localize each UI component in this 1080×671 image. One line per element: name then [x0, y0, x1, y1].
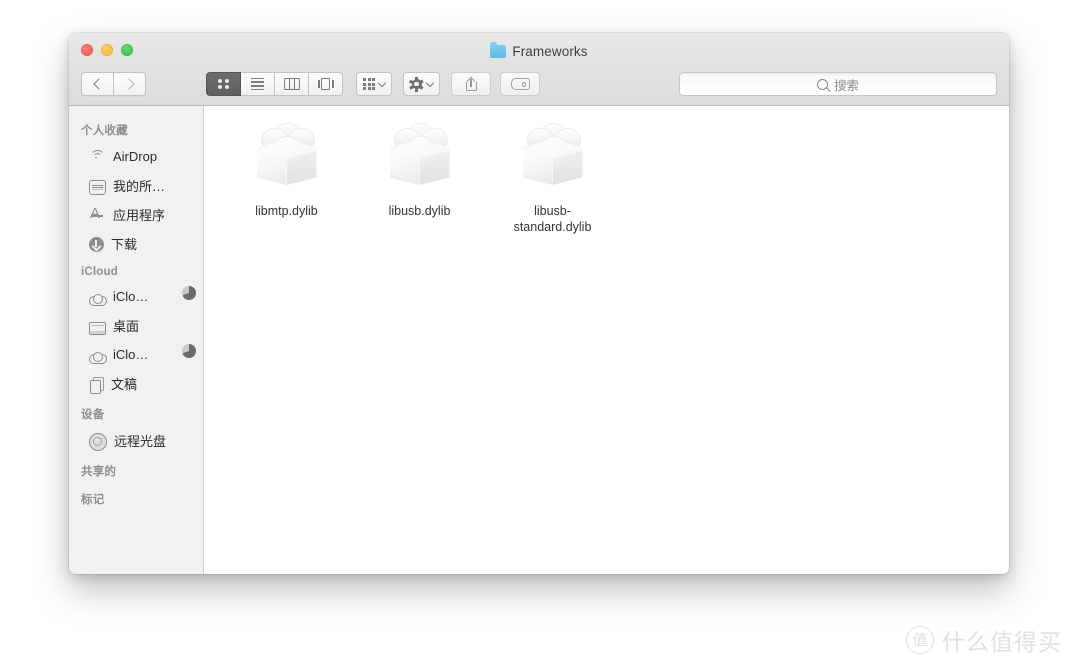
window-title-text: Frameworks [512, 44, 588, 59]
arrange-grid-icon [363, 77, 376, 91]
sidebar-item-label: iClo… [113, 347, 149, 362]
file-name-label: libusb-standard.dylib [513, 204, 592, 234]
folder-icon [490, 42, 507, 58]
sidebar-item-downloads[interactable]: 下载 [69, 229, 203, 258]
gallery-view-button[interactable] [309, 72, 343, 96]
downloads-icon [89, 237, 104, 252]
window-body: 个人收藏 AirDrop 我的所… 应用程序 下载 iCloud iClo… [69, 106, 1009, 574]
chevron-down-icon [377, 78, 387, 87]
tag-button[interactable] [500, 72, 541, 96]
grid-dots-icon [218, 78, 229, 90]
sidebar-item-remote-disc[interactable]: 远程光盘 [69, 426, 203, 455]
progress-pie-icon [182, 286, 196, 300]
sidebar: 个人收藏 AirDrop 我的所… 应用程序 下载 iCloud iClo… [69, 106, 204, 574]
file-name-label: libusb.dylib [388, 204, 451, 218]
file-item[interactable]: libusb-standard.dylib [486, 120, 619, 235]
column-view-button[interactable] [275, 72, 309, 96]
columns-icon [283, 78, 300, 90]
chevron-down-icon [425, 78, 435, 87]
toolbar: 搜索 [69, 67, 1009, 101]
file-item[interactable]: libusb.dylib [353, 120, 486, 235]
disc-icon [89, 432, 107, 451]
sidebar-section-tags-header: 标记 [81, 494, 105, 506]
watermark: 值 什么值得买 [906, 623, 1062, 657]
sidebar-item-applications[interactable]: 应用程序 [69, 200, 203, 229]
share-button[interactable] [451, 72, 492, 96]
cloud-icon [89, 351, 107, 364]
sidebar-item-label: 下载 [111, 237, 138, 252]
icon-view-button[interactable] [206, 72, 241, 96]
sidebar-section-shared-header: 共享的 [81, 466, 117, 478]
disk-icon [89, 180, 106, 195]
tag-icon [510, 78, 530, 90]
sidebar-item-icloud-drive[interactable]: iClo… [69, 282, 203, 311]
cloud-icon [89, 293, 107, 306]
gear-icon [409, 76, 424, 92]
sidebar-item-airdrop[interactable]: AirDrop [69, 142, 203, 171]
dylib-brick-icon [253, 123, 321, 197]
sidebar-item-label: 文稿 [111, 377, 138, 392]
desktop-icon [89, 322, 106, 335]
airdrop-icon [89, 148, 106, 165]
sidebar-item-icloud-second[interactable]: iClo… [69, 340, 203, 369]
traffic-lights [81, 44, 133, 56]
share-icon [465, 76, 477, 91]
sidebar-section-icloud-header: iCloud [81, 266, 118, 278]
chevron-left-icon [92, 78, 105, 90]
dylib-brick-icon [519, 123, 587, 197]
progress-pie-icon [182, 344, 196, 358]
search-input[interactable]: 搜索 [679, 72, 997, 96]
sidebar-item-label: 远程光盘 [114, 434, 167, 449]
sidebar-item-label: 应用程序 [113, 208, 166, 223]
view-mode-segmented-control [206, 72, 343, 96]
list-view-button[interactable] [241, 72, 275, 96]
action-menu-button[interactable] [403, 72, 441, 96]
minimize-button[interactable] [101, 44, 113, 56]
documents-icon [89, 376, 104, 394]
page-title: Frameworks [69, 42, 1009, 59]
file-name-label: libmtp.dylib [255, 204, 318, 218]
close-button[interactable] [81, 44, 93, 56]
sidebar-section-devices-header: 设备 [81, 409, 105, 421]
finder-window: Frameworks 搜索 个人收藏 AirDrop 我的所… A 应用程序 下… [69, 33, 1009, 574]
watermark-text: 什么值得买 [942, 629, 1062, 655]
chevron-right-icon [122, 78, 135, 90]
search-icon [816, 78, 828, 90]
sidebar-item-desktop[interactable]: 桌面 [69, 311, 203, 340]
maximize-button[interactable] [121, 44, 133, 56]
sidebar-item-label: iClo… [113, 289, 149, 304]
list-lines-icon [251, 77, 264, 91]
navigation-buttons [81, 72, 146, 96]
sidebar-item-my-files[interactable]: 我的所… [69, 171, 203, 200]
back-button[interactable] [81, 72, 114, 96]
gallery-icon [317, 78, 334, 90]
file-item[interactable]: libmtp.dylib [220, 120, 353, 235]
arrange-by-button[interactable] [356, 72, 393, 96]
sidebar-item-label: 桌面 [113, 319, 140, 334]
applications-icon [89, 205, 106, 223]
watermark-badge: 值 [906, 626, 934, 654]
search-placeholder: 搜索 [833, 78, 859, 93]
sidebar-item-label: 我的所… [113, 179, 166, 194]
dylib-brick-icon [386, 123, 454, 197]
window-titlebar: Frameworks 搜索 [69, 33, 1009, 106]
sidebar-section-favorites-header: 个人收藏 [81, 125, 128, 137]
sidebar-item-documents[interactable]: 文稿 [69, 369, 203, 398]
file-grid: libmtp.dylib libusb.dylib libusb-standar… [204, 106, 1009, 574]
sidebar-item-label: AirDrop [113, 149, 158, 164]
forward-button[interactable] [114, 72, 146, 96]
